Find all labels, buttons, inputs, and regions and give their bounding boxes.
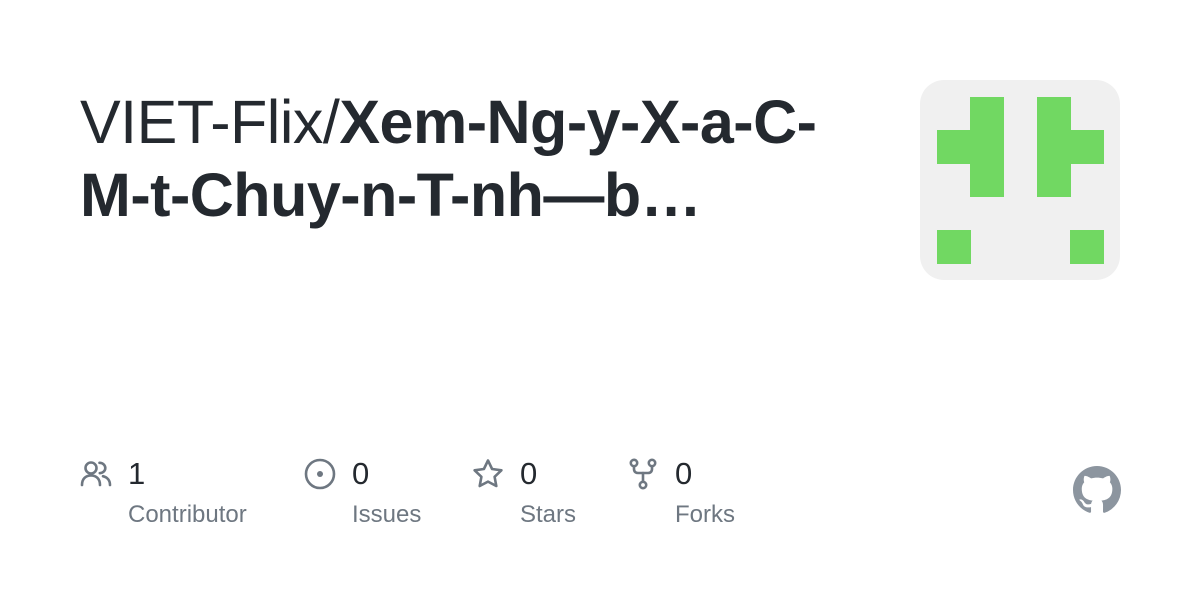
issues-count: 0 [352,456,370,491]
issues-label: Issues [352,501,422,528]
github-logo-icon[interactable] [1073,466,1121,514]
people-icon [80,461,112,487]
contributors-count: 1 [128,456,146,491]
repo-owner: VIET-Flix/ [80,88,340,156]
social-preview-card: VIET-Flix/Xem-Ng-y-X-a-C-M-t-Chuy-n-T-nh… [0,0,1200,600]
repo-forked-icon [629,458,657,490]
star-icon [473,459,503,488]
forks-label: Forks [675,501,735,528]
issue-opened-icon [304,458,336,490]
forks-count: 0 [675,456,693,491]
stars-label: Stars [520,501,577,528]
stars-count: 0 [520,456,538,491]
repo-avatar [920,80,1120,280]
identicon [937,97,1104,264]
repo-title: VIET-Flix/Xem-Ng-y-X-a-C-M-t-Chuy-n-T-nh… [80,86,860,232]
repo-stats: 1 Contributor 0 Issues 0 Stars 0 Forks [80,455,780,535]
identicon-pattern [937,97,1104,264]
contributors-label: Contributor [128,501,247,528]
